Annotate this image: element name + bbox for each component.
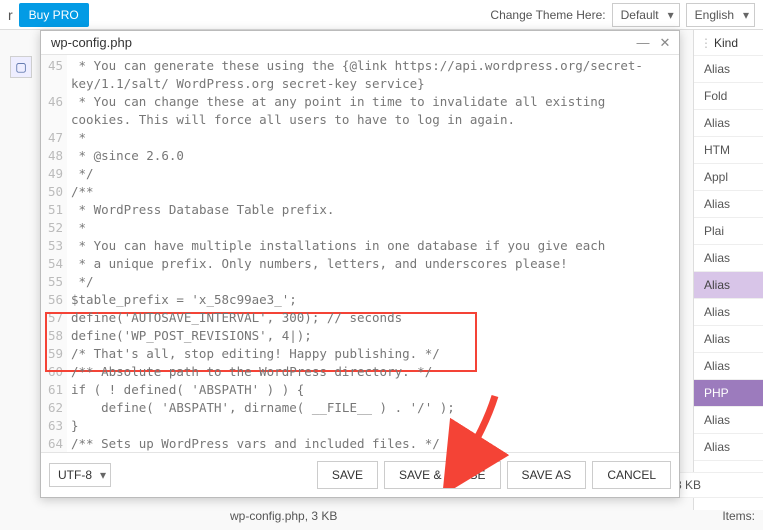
kind-cell[interactable]: Plai: [694, 218, 763, 245]
kind-cell[interactable]: Alias: [694, 353, 763, 380]
code-line[interactable]: * You can have multiple installations in…: [71, 237, 679, 255]
theme-select[interactable]: Default: [612, 3, 680, 27]
kind-cell[interactable]: Alias: [694, 299, 763, 326]
kind-cell[interactable]: Alias: [694, 407, 763, 434]
kind-cell[interactable]: PHP: [694, 380, 763, 407]
encoding-select[interactable]: UTF-8: [49, 463, 111, 487]
minimize-icon[interactable]: —: [635, 35, 651, 50]
code-line[interactable]: *: [71, 219, 679, 237]
code-line[interactable]: define('WP_POST_REVISIONS', 4|);: [71, 327, 679, 345]
code-line[interactable]: * WordPress Database Table prefix.: [71, 201, 679, 219]
buy-pro-button[interactable]: Buy PRO: [19, 3, 89, 27]
modal-title: wp-config.php: [51, 35, 629, 50]
code-editor[interactable]: 4546474849505152535455565758596061626364…: [41, 55, 679, 452]
editor-modal: wp-config.php — ✕ 4546474849505152535455…: [40, 30, 680, 498]
code-line[interactable]: $table_prefix = 'x_58c99ae3_';: [71, 291, 679, 309]
kind-cell[interactable]: Alias: [694, 56, 763, 83]
save-button[interactable]: SAVE: [317, 461, 378, 489]
column-header-kind[interactable]: Kind: [694, 30, 763, 56]
save-close-button[interactable]: SAVE & CLOSE: [384, 461, 500, 489]
kind-cell[interactable]: HTM: [694, 137, 763, 164]
kind-cell[interactable]: Fold: [694, 83, 763, 110]
kind-cell[interactable]: Alias: [694, 110, 763, 137]
kind-cell[interactable]: Alias: [694, 326, 763, 353]
code-line[interactable]: * @since 2.6.0: [71, 147, 679, 165]
code-line[interactable]: /**: [71, 183, 679, 201]
language-select[interactable]: English: [686, 3, 755, 27]
modal-footer: UTF-8 SAVE SAVE & CLOSE SAVE AS CANCEL: [41, 452, 679, 497]
kind-cell[interactable]: Alias: [694, 245, 763, 272]
save-as-button[interactable]: SAVE AS: [507, 461, 587, 489]
code-line[interactable]: if ( ! defined( 'ABSPATH' ) ) {: [71, 381, 679, 399]
code-line[interactable]: * a unique prefix. Only numbers, letters…: [71, 255, 679, 273]
status-left: wp-config.php, 3 KB: [230, 509, 337, 523]
kind-cell[interactable]: Alias: [694, 434, 763, 461]
modal-titlebar[interactable]: wp-config.php — ✕: [41, 31, 679, 55]
code-line[interactable]: * You can change these at any point in t…: [71, 93, 679, 129]
code-line[interactable]: * You can generate these using the {@lin…: [71, 57, 679, 93]
kind-cell[interactable]: Alias: [694, 272, 763, 299]
code-line[interactable]: }: [71, 417, 679, 435]
change-theme-label: Change Theme Here:: [490, 8, 605, 22]
code-line[interactable]: /** Absolute path to the WordPress direc…: [71, 363, 679, 381]
code-line[interactable]: define('AUTOSAVE_INTERVAL', 300); // sec…: [71, 309, 679, 327]
status-bar: wp-config.php, 3 KB Items:: [0, 504, 763, 528]
code-line[interactable]: /** Sets up WordPress vars and included …: [71, 435, 679, 452]
kind-cell[interactable]: Alias: [694, 191, 763, 218]
code-line[interactable]: define( 'ABSPATH', dirname( __FILE__ ) .…: [71, 399, 679, 417]
code-line[interactable]: *: [71, 129, 679, 147]
cancel-button[interactable]: CANCEL: [592, 461, 671, 489]
code-line[interactable]: */: [71, 165, 679, 183]
close-icon[interactable]: ✕: [657, 35, 673, 51]
panel-toggle-icon[interactable]: ▢: [10, 56, 32, 78]
kind-cell[interactable]: Appl: [694, 164, 763, 191]
right-column: Kind AliasFoldAliasHTMApplAliasPlaiAlias…: [693, 30, 763, 510]
code-line[interactable]: /* That's all, stop editing! Happy publi…: [71, 345, 679, 363]
status-right: Items:: [722, 509, 755, 523]
code-line[interactable]: */: [71, 273, 679, 291]
top-bar: r Buy PRO Change Theme Here: Default Eng…: [0, 0, 763, 30]
